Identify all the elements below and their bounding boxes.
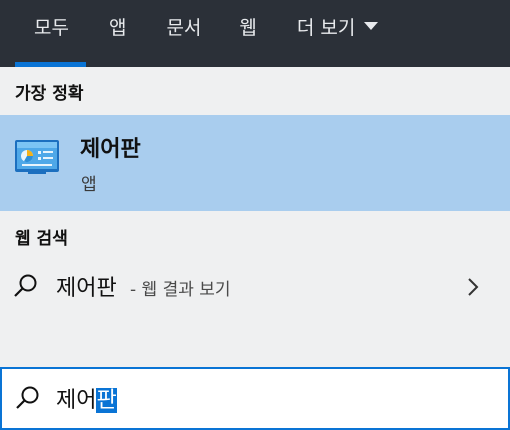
results-panel: 가장 정확 제어판 앱 웹 검색 제어판 - 웹 결과 보기 bbox=[0, 67, 510, 367]
tab-web-label: 웹 bbox=[239, 17, 257, 39]
best-match-heading: 가장 정확 bbox=[15, 84, 84, 104]
tab-web[interactable]: 웹 bbox=[239, 0, 256, 67]
web-search-result[interactable]: 제어판 - 웹 결과 보기 bbox=[0, 263, 510, 311]
search-input[interactable]: 제어판 bbox=[56, 382, 117, 414]
web-search-suffix: - 웹 결과 보기 bbox=[130, 280, 231, 300]
caret-down-icon bbox=[364, 22, 379, 30]
tab-documents-label: 문서 bbox=[166, 17, 202, 39]
search-box[interactable]: 제어판 bbox=[0, 367, 510, 430]
tab-apps-label: 앱 bbox=[108, 17, 127, 39]
best-match-subtitle: 앱 bbox=[81, 175, 97, 195]
tab-more[interactable]: 더 보기 bbox=[296, 0, 379, 67]
best-match-title: 제어판 bbox=[80, 137, 141, 162]
search-icon bbox=[16, 386, 39, 409]
chevron-right-icon bbox=[468, 278, 479, 296]
tab-documents[interactable]: 문서 bbox=[166, 0, 201, 67]
tab-all[interactable]: 모두 bbox=[15, 0, 86, 67]
search-icon bbox=[14, 274, 37, 297]
web-search-query: 제어판 bbox=[56, 276, 117, 301]
tab-all-label: 모두 bbox=[34, 17, 69, 39]
tab-more-label: 더 보기 bbox=[296, 17, 356, 39]
search-typed-text: 제어 bbox=[56, 388, 97, 413]
tab-apps[interactable]: 앱 bbox=[109, 0, 126, 67]
search-selected-text: 판 bbox=[96, 388, 117, 413]
best-match-result[interactable]: 제어판 앱 bbox=[0, 115, 510, 211]
control-panel-icon bbox=[15, 140, 59, 174]
web-search-heading: 웹 검색 bbox=[15, 229, 68, 249]
search-tab-bar: 모두 앱 문서 웹 더 보기 bbox=[0, 0, 510, 67]
